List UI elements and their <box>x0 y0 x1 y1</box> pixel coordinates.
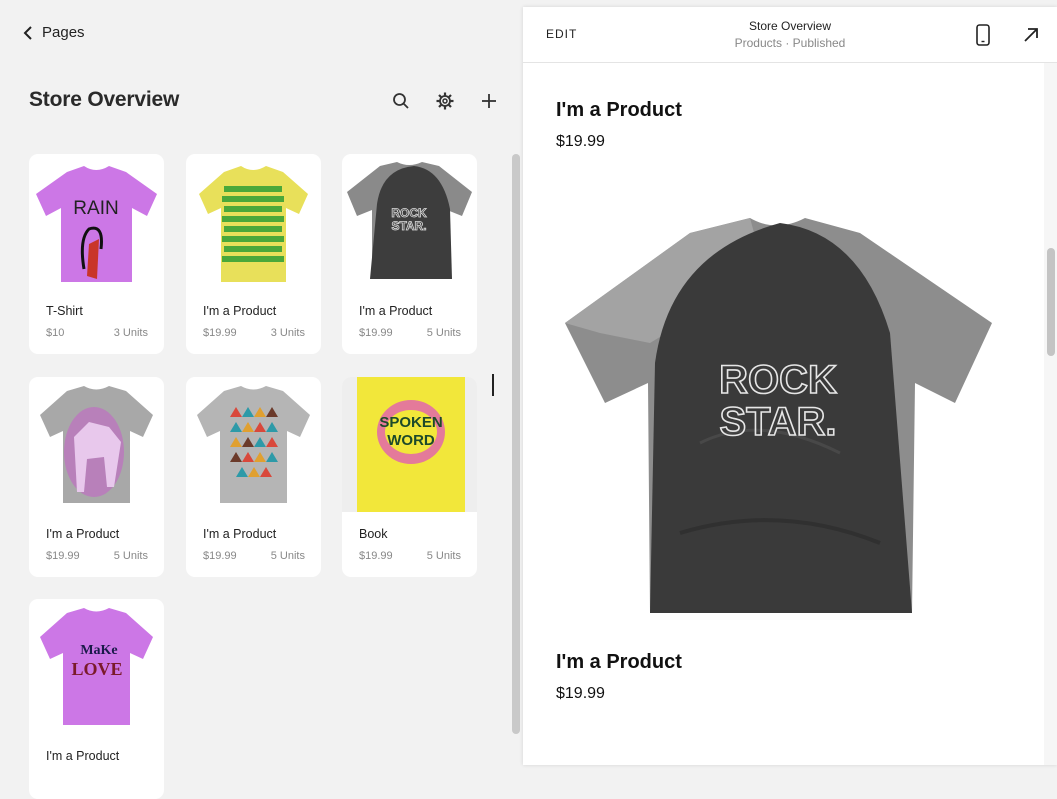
product-units: 5 Units <box>426 327 461 339</box>
back-label: Pages <box>42 24 85 41</box>
left-scrollbar[interactable] <box>512 154 520 734</box>
product-thumbnail <box>29 377 164 512</box>
rain-text: RAIN <box>73 198 118 219</box>
tshirt-image: RAIN <box>36 166 157 282</box>
product-units: 5 Units <box>113 550 148 562</box>
text-cursor <box>492 374 494 396</box>
tshirt-image <box>40 386 153 503</box>
product-title: I'm a Product <box>556 99 682 121</box>
back-to-pages-button[interactable]: Pages <box>22 24 85 41</box>
pages-panel: Pages Store Overview RAIN T-Shirt $10 3 … <box>0 0 520 799</box>
settings-button[interactable] <box>434 90 456 112</box>
book-title-text: WORD <box>387 432 435 449</box>
preview-scrollbar[interactable] <box>1047 248 1055 356</box>
product-price: $19.99 <box>359 550 393 562</box>
preview-content: I'm a Product $19.99 ROCK STAR. I'm a Pr… <box>523 63 1044 765</box>
product-thumbnail: RAIN <box>29 154 164 289</box>
search-button[interactable] <box>390 90 412 112</box>
mobile-preview-icon[interactable] <box>974 24 992 46</box>
make-love-text: MaKe <box>80 643 117 658</box>
product-card[interactable]: I'm a Product $19.99 3 Units <box>186 154 321 354</box>
product-thumbnail: SPOKEN WORD <box>342 377 477 512</box>
page-title: Store Overview <box>29 88 180 111</box>
product-price: $19.99 <box>556 133 605 150</box>
panel-toolbar <box>390 90 500 112</box>
book-title-text: SPOKEN <box>379 414 442 431</box>
gear-icon <box>436 92 454 110</box>
tshirt-image <box>197 386 310 503</box>
chevron-left-icon <box>23 25 32 40</box>
product-card[interactable]: I'm a Product $19.99 5 Units <box>186 377 321 577</box>
book-image: SPOKEN WORD <box>357 377 465 512</box>
product-units: 5 Units <box>426 550 461 562</box>
tshirt-image <box>199 166 308 282</box>
product-price: $19.99 <box>46 550 80 562</box>
rockstar-text: STAR. <box>391 219 426 233</box>
product-card[interactable]: ROCK STAR. I'm a Product $19.99 5 Units <box>342 154 477 354</box>
rockstar-text: ROCK <box>391 206 427 220</box>
preview-topbar: EDIT Store Overview Products · Published <box>523 7 1057 63</box>
product-name: I'm a Product <box>46 749 120 763</box>
open-external-icon[interactable] <box>1021 25 1041 45</box>
product-card[interactable]: SPOKEN WORD Book $19.99 5 Units <box>342 377 477 577</box>
product-price: $19.99 <box>359 327 393 339</box>
tshirt-image: ROCK STAR. <box>347 162 472 279</box>
product-thumbnail: MaKe LOVE <box>29 599 164 734</box>
add-product-button[interactable] <box>478 90 500 112</box>
make-love-text: LOVE <box>71 659 122 679</box>
preview-panel: EDIT Store Overview Products · Published… <box>523 7 1057 765</box>
product-thumbnail: ROCK STAR. <box>342 154 477 289</box>
product-card[interactable]: I'm a Product $19.99 5 Units <box>29 377 164 577</box>
product-name: I'm a Product <box>203 304 277 318</box>
product-name: Book <box>359 527 388 541</box>
product-card[interactable]: RAIN T-Shirt $10 3 Units <box>29 154 164 354</box>
product-card[interactable]: MaKe LOVE I'm a Product <box>29 599 164 799</box>
product-units: 3 Units <box>270 327 305 339</box>
preview-scrollbar-track <box>1044 63 1057 765</box>
star-text: STAR. <box>719 400 836 444</box>
product-units: 5 Units <box>270 550 305 562</box>
tshirt-image: MaKe LOVE <box>40 608 153 725</box>
product-name: T-Shirt <box>46 304 83 318</box>
product-price: $19.99 <box>203 550 237 562</box>
product-name: I'm a Product <box>203 527 277 541</box>
product-name: I'm a Product <box>46 527 120 541</box>
product-price: $10 <box>46 327 65 339</box>
product-name: I'm a Product <box>359 304 433 318</box>
product-image[interactable]: ROCK STAR. <box>560 213 992 618</box>
product-price: $19.99 <box>203 327 237 339</box>
plus-icon <box>482 94 496 108</box>
rock-text: ROCK <box>719 358 837 402</box>
product-thumbnail <box>186 377 321 512</box>
product-units: 3 Units <box>113 327 148 339</box>
product-title: I'm a Product <box>556 651 682 673</box>
search-icon <box>393 93 409 109</box>
product-price: $19.99 <box>556 685 605 702</box>
product-thumbnail <box>186 154 321 289</box>
